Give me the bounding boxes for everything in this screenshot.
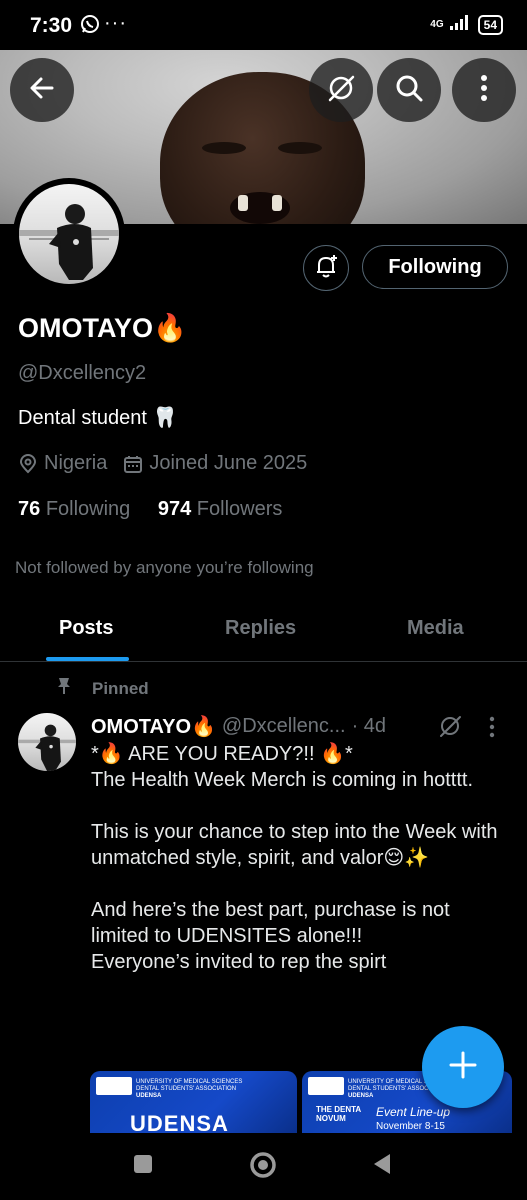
following-stat[interactable]: 76 Following [18, 498, 130, 520]
post-author-avatar[interactable] [18, 713, 76, 771]
media-logo [96, 1077, 132, 1095]
post-line: Everyone’s invited to rep the spirt [91, 951, 387, 973]
status-time: 7:30 [30, 14, 73, 37]
status-more-dots: ··· [104, 12, 127, 34]
media-logo [308, 1077, 344, 1095]
post-line: This is your chance to step into the Wee… [91, 821, 498, 869]
post-author-name[interactable]: OMOTAYO🔥 [91, 714, 216, 739]
battery-indicator: 54 [477, 14, 503, 35]
post-author-handle[interactable]: @Dxcellenc... [222, 715, 346, 738]
search-button[interactable] [377, 58, 441, 122]
search-icon [394, 73, 424, 108]
active-tab-indicator [46, 657, 129, 661]
profile-avatar[interactable] [13, 178, 125, 290]
post-more-icon[interactable] [488, 716, 496, 743]
post-line: The Health Week Merch is coming in hottt… [91, 769, 474, 791]
profile-tabs: Posts Replies Media [0, 603, 527, 662]
pin-icon [56, 677, 72, 700]
grok-button[interactable] [309, 58, 373, 122]
back-nav-icon[interactable] [372, 1153, 392, 1180]
post-line: And here’s the best part, purchase is no… [91, 899, 450, 947]
profile-stats: 76 Following 974 Followers [18, 498, 282, 521]
back-button[interactable] [10, 58, 74, 122]
following-label: Following [45, 498, 131, 520]
tab-media[interactable]: Media [407, 617, 464, 640]
post-line [91, 871, 511, 897]
plus-icon [448, 1050, 478, 1085]
profile-bio: Dental student 🦷 [18, 407, 178, 429]
media-headline: UDENSA [130, 1111, 229, 1133]
post-body[interactable]: *🔥 ARE YOU READY?!! 🔥* The Health Week M… [91, 741, 511, 975]
location-pin-icon [18, 453, 38, 474]
profile-handle: @Dxcellency2 [18, 362, 147, 384]
media-dates: November 8-15 [376, 1121, 445, 1132]
post-grok-icon[interactable] [438, 714, 462, 743]
pinned-text: Pinned [92, 678, 149, 698]
compose-post-button[interactable] [422, 1026, 504, 1108]
post-media-1[interactable]: UNIVERSITY OF MEDICAL SCIENCES DENTAL ST… [90, 1071, 297, 1133]
media-subhead: Event Line-up [376, 1105, 451, 1119]
post-line: *🔥 ARE YOU READY?!! 🔥* [91, 743, 353, 765]
followers-stat[interactable]: 974 Followers [158, 498, 283, 520]
more-vertical-icon [479, 73, 489, 108]
whatsapp-icon [80, 14, 100, 34]
profile-meta: Nigeria Joined June 2025 [18, 452, 307, 475]
status-indicators: 4G 54 [430, 14, 503, 35]
tab-replies[interactable]: Replies [225, 617, 296, 640]
post-header: OMOTAYO🔥 @Dxcellenc... · 4d [91, 714, 386, 739]
calendar-icon [123, 454, 143, 474]
network-label: 4G [430, 18, 444, 30]
following-button[interactable]: Following [362, 245, 508, 289]
following-count: 76 [18, 498, 41, 520]
more-options-button[interactable] [452, 58, 516, 122]
media-headline: THE DENTA NOVUM [316, 1105, 361, 1123]
home-icon[interactable] [249, 1151, 277, 1184]
followers-count: 974 [157, 498, 192, 520]
recent-apps-icon[interactable] [133, 1154, 153, 1179]
tab-posts[interactable]: Posts [59, 617, 113, 640]
profile-location: Nigeria [44, 452, 108, 474]
followed-by-note: Not followed by anyone you’re following [15, 558, 314, 577]
post-line [91, 793, 511, 819]
profile-name: OMOTAYO🔥 [18, 313, 187, 343]
media-caption: UNIVERSITY OF MEDICAL SCIENCES DENTAL ST… [136, 1079, 243, 1099]
pinned-label: Pinned [56, 677, 149, 700]
system-nav-bar [0, 1133, 527, 1200]
profile-joined: Joined June 2025 [149, 452, 308, 474]
followers-label: Followers [196, 498, 283, 520]
avatar-photo [19, 184, 119, 284]
status-bar: 7:30 ··· 4G 54 [0, 0, 527, 50]
notification-bell-button[interactable] [303, 245, 349, 291]
arrow-left-icon [27, 73, 57, 108]
bell-plus-icon [313, 253, 339, 284]
post-time[interactable]: · 4d [352, 715, 386, 738]
grok-icon [326, 73, 356, 108]
signal-icon [449, 14, 472, 35]
